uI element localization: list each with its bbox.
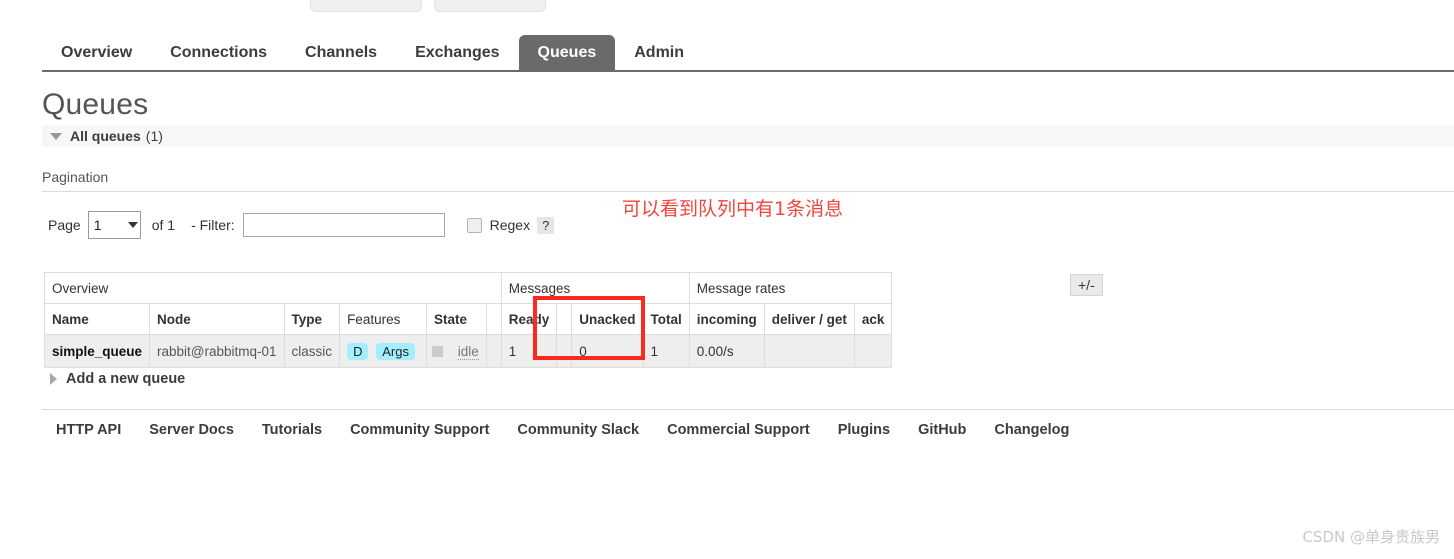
footer-link-tutorials[interactable]: Tutorials [262, 422, 322, 438]
filter-label: - Filter: [191, 217, 235, 233]
tab-queues[interactable]: Queues [518, 35, 616, 70]
tab-admin[interactable]: Admin [615, 35, 703, 70]
regex-checkbox[interactable] [466, 217, 482, 233]
all-queues-section-header[interactable]: All queues (1) [42, 125, 1454, 147]
main-navigation: Overview Connections Channels Exchanges … [42, 22, 1454, 72]
column-toggle-button[interactable]: +/- [1070, 274, 1103, 296]
cell-spacer-right [556, 334, 573, 368]
footer-link-community-support[interactable]: Community Support [350, 422, 489, 438]
tab-channels[interactable]: Channels [286, 35, 396, 70]
footer-link-community-slack[interactable]: Community Slack [517, 422, 639, 438]
filter-input[interactable] [242, 213, 445, 237]
all-queues-count: (1) [145, 128, 163, 144]
page-select-value: 1 [93, 217, 102, 233]
table-group-header-row: Overview Messages Message rates [44, 272, 893, 304]
group-header-overview: Overview [44, 272, 502, 304]
column-header-deliver-get[interactable]: deliver / get [763, 303, 855, 335]
column-header-node[interactable]: Node [149, 303, 285, 335]
queue-name-link[interactable]: simple_queue [52, 344, 142, 359]
column-header-unacked[interactable]: Unacked [571, 303, 644, 335]
tab-overview[interactable]: Overview [42, 35, 151, 70]
pagination-heading: Pagination [42, 169, 1454, 192]
chevron-down-icon [50, 132, 62, 140]
clipped-toolbar-buttons [310, 0, 546, 12]
cell-state: idle [425, 334, 487, 368]
queues-table: Overview Messages Message rates Name Nod… [43, 272, 893, 368]
regex-help-icon[interactable]: ? [537, 216, 555, 234]
column-header-state[interactable]: State [425, 303, 487, 335]
chevron-right-icon [50, 373, 57, 385]
add-new-queue-label: Add a new queue [66, 371, 186, 387]
cell-incoming: 0.00/s [688, 334, 765, 368]
group-header-message-rates: Message rates [688, 272, 893, 304]
durable-badge[interactable]: D [347, 342, 369, 360]
cell-unacked: 0 [571, 334, 644, 368]
column-header-incoming[interactable]: incoming [688, 303, 765, 335]
column-header-total[interactable]: Total [642, 303, 690, 335]
column-header-features[interactable]: Features [339, 303, 427, 335]
footer: HTTP API Server Docs Tutorials Community… [42, 409, 1454, 438]
group-header-messages: Messages [500, 272, 690, 304]
cell-total: 1 [642, 334, 690, 368]
clipped-button-2[interactable] [434, 0, 546, 12]
column-header-name[interactable]: Name [43, 303, 151, 335]
page-total-label: of 1 [151, 217, 176, 233]
add-new-queue-section[interactable]: Add a new queue [50, 371, 185, 387]
footer-link-github[interactable]: GitHub [918, 422, 966, 438]
page-title: Queues [42, 88, 149, 121]
tab-exchanges[interactable]: Exchanges [396, 35, 518, 70]
footer-link-changelog[interactable]: Changelog [994, 422, 1069, 438]
column-header-type[interactable]: Type [283, 303, 341, 335]
state-indicator-icon [431, 345, 443, 357]
column-spacer-left [485, 303, 502, 335]
state-label: idle [457, 343, 479, 360]
all-queues-label: All queues [70, 128, 141, 144]
footer-link-http-api[interactable]: HTTP API [56, 422, 121, 438]
page-select[interactable]: 1 [87, 211, 141, 239]
cell-ack [853, 334, 893, 368]
cell-queue-name: simple_queue [43, 334, 151, 368]
pagination-controls: Page 1 of 1 - Filter: Regex ? [48, 211, 555, 239]
cell-node: rabbit@rabbitmq-01 [149, 334, 285, 368]
cell-deliver-get [763, 334, 855, 368]
page-label: Page [48, 217, 81, 233]
column-header-ack[interactable]: ack [853, 303, 893, 335]
cell-spacer-left [485, 334, 502, 368]
watermark: CSDN @单身贵族男 [1302, 528, 1440, 546]
cell-type: classic [283, 334, 341, 368]
column-header-ready[interactable]: Ready [500, 303, 558, 335]
annotation-text: 可以看到队列中有1条消息 [622, 198, 844, 220]
cell-features: D Args [339, 334, 427, 368]
chevron-down-icon [127, 222, 138, 228]
footer-link-plugins[interactable]: Plugins [838, 422, 890, 438]
clipped-button-1[interactable] [310, 0, 422, 12]
regex-label: Regex [489, 217, 531, 233]
column-spacer-right [556, 303, 573, 335]
table-row: simple_queue rabbit@rabbitmq-01 classic … [43, 334, 893, 368]
footer-link-server-docs[interactable]: Server Docs [149, 422, 234, 438]
table-column-header-row: Name Node Type Features State Ready Unac… [43, 303, 893, 335]
cell-ready: 1 [500, 334, 558, 368]
tab-connections[interactable]: Connections [151, 35, 286, 70]
queues-table-container: Overview Messages Message rates Name Nod… [43, 272, 893, 368]
footer-link-commercial-support[interactable]: Commercial Support [667, 422, 810, 438]
args-badge[interactable]: Args [376, 342, 415, 360]
footer-links: HTTP API Server Docs Tutorials Community… [42, 422, 1454, 438]
